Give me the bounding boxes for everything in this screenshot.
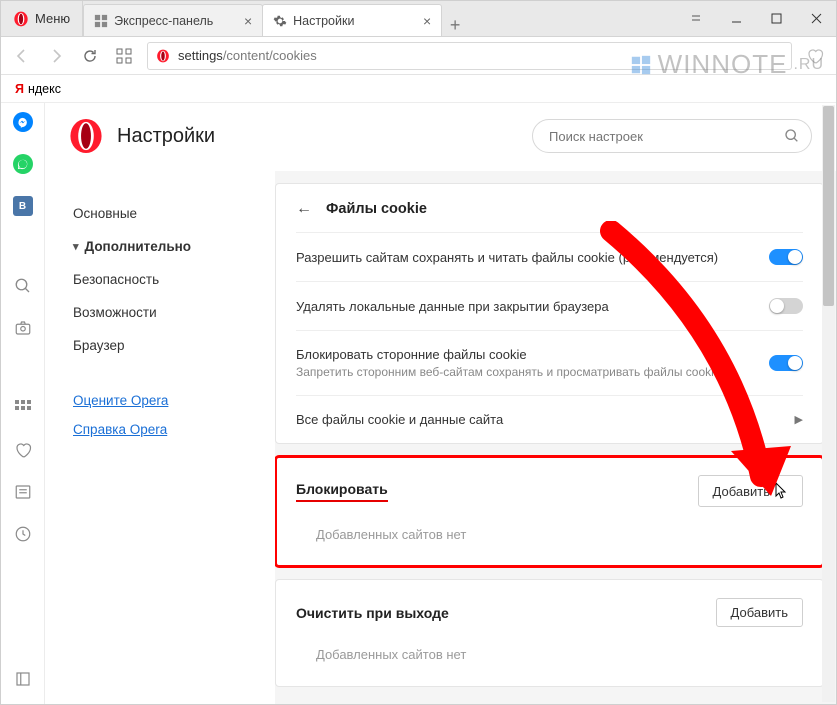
- grid-icon[interactable]: [12, 397, 34, 419]
- history-icon[interactable]: [12, 523, 34, 545]
- tab-speed-dial[interactable]: Экспресс-панель ×: [83, 4, 263, 36]
- toggle-allow-cookies[interactable]: [769, 249, 803, 265]
- toggle-block-third-party[interactable]: [769, 355, 803, 371]
- option-allow-cookies: Разрешить сайтам сохранять и читать файл…: [296, 232, 803, 281]
- option-block-third-party: Блокировать сторонние файлы cookie Запре…: [296, 330, 803, 395]
- clear-title: Очистить при выходе: [296, 605, 449, 621]
- chevron-down-icon: ▾: [73, 240, 79, 253]
- sidenav-security[interactable]: Безопасность: [73, 263, 265, 296]
- page-title: Настройки: [117, 125, 215, 148]
- address-bar: settings/content/cookies: [1, 37, 836, 75]
- body-row: Основные ▾Дополнительно Безопасность Воз…: [45, 171, 836, 704]
- tab-label: Экспресс-панель: [114, 14, 213, 28]
- settings-sidenav: Основные ▾Дополнительно Безопасность Воз…: [45, 171, 275, 704]
- cursor-icon: [774, 482, 788, 500]
- reload-button[interactable]: [79, 45, 101, 67]
- yandex-text: ндекс: [28, 82, 61, 96]
- close-window-button[interactable]: [796, 1, 836, 36]
- window-controls: [676, 1, 836, 36]
- option-label: Разрешить сайтам сохранять и читать файл…: [296, 250, 769, 265]
- back-arrow-icon[interactable]: ←: [296, 200, 312, 218]
- all-cookies-link[interactable]: Все файлы cookie и данные сайта ▶: [296, 395, 803, 443]
- minimize-button[interactable]: [716, 1, 756, 36]
- whatsapp-icon[interactable]: [12, 153, 34, 175]
- panel-header: ← Файлы cookie: [296, 184, 803, 232]
- panel-scroll-area[interactable]: ← Файлы cookie Разрешить сайтам сохранят…: [275, 171, 836, 704]
- add-clear-button[interactable]: Добавить: [716, 598, 803, 627]
- main-area: B Настройки Основные ▾Дополнительно Безо…: [1, 103, 836, 704]
- vk-icon[interactable]: B: [12, 195, 34, 217]
- back-button[interactable]: [11, 45, 33, 67]
- gear-icon: [273, 14, 287, 28]
- option-sublabel: Запретить сторонним веб-сайтам сохранять…: [296, 365, 759, 379]
- sidenav-main[interactable]: Основные: [73, 197, 265, 230]
- close-icon[interactable]: ×: [423, 13, 431, 29]
- tab-label: Настройки: [293, 14, 354, 28]
- search-rail-icon[interactable]: [12, 275, 34, 297]
- speed-dial-button[interactable]: [113, 45, 135, 67]
- tab-settings[interactable]: Настройки ×: [262, 4, 442, 36]
- search-icon: [784, 128, 800, 144]
- option-label: Блокировать сторонние файлы cookie: [296, 347, 759, 362]
- tab-strip: Экспресс-панель × Настройки × +: [83, 1, 676, 36]
- yandex-bar[interactable]: Яндекс: [1, 75, 836, 103]
- row-link-label: Все файлы cookie и данные сайта: [296, 412, 503, 427]
- scroll-thumb[interactable]: [823, 106, 834, 306]
- sidebar-rail: B: [1, 103, 45, 704]
- expand-rail-icon[interactable]: [12, 668, 34, 690]
- cookies-panel: ← Файлы cookie Разрешить сайтам сохранят…: [275, 183, 824, 444]
- settings-search-wrap: [532, 119, 812, 153]
- clear-empty-text: Добавленных сайтов нет: [296, 627, 803, 666]
- option-delete-on-close: Удалять локальные данные при закрытии бр…: [296, 281, 803, 330]
- settings-search-input[interactable]: [532, 119, 812, 153]
- forward-button[interactable]: [45, 45, 67, 67]
- panel-title: Файлы cookie: [326, 201, 427, 217]
- scrollbar[interactable]: [822, 105, 835, 702]
- content-area: Настройки Основные ▾Дополнительно Безопа…: [45, 103, 836, 704]
- block-title: Блокировать: [296, 481, 388, 502]
- block-empty-text: Добавленных сайтов нет: [296, 507, 803, 546]
- toggle-delete-on-close[interactable]: [769, 298, 803, 314]
- close-icon[interactable]: ×: [244, 13, 252, 29]
- opera-icon: [13, 11, 29, 27]
- speed-dial-icon: [94, 14, 108, 28]
- clear-on-exit-section: Очистить при выходе Добавить Добавленных…: [275, 579, 824, 687]
- add-block-button[interactable]: Добавить: [698, 475, 803, 507]
- url-path: /content/cookies: [223, 48, 317, 63]
- menu-label: Меню: [35, 11, 70, 26]
- sidenav-rate-link[interactable]: Оцените Opera: [73, 386, 265, 415]
- yandex-letter: Я: [15, 82, 24, 96]
- sidenav-help-link[interactable]: Справка Opera: [73, 415, 265, 444]
- sidenav-features[interactable]: Возможности: [73, 296, 265, 329]
- sidenav-advanced[interactable]: ▾Дополнительно: [73, 230, 265, 263]
- option-label: Удалять локальные данные при закрытии бр…: [296, 299, 769, 314]
- titlebar: Меню Экспресс-панель × Настройки × +: [1, 1, 836, 37]
- new-tab-button[interactable]: +: [441, 15, 469, 36]
- dock-button[interactable]: [676, 1, 716, 36]
- opera-icon: [156, 49, 170, 63]
- menu-button[interactable]: Меню: [1, 1, 83, 36]
- camera-icon[interactable]: [12, 317, 34, 339]
- maximize-button[interactable]: [756, 1, 796, 36]
- block-section: Блокировать Добавить Добавленных сайтов …: [275, 456, 824, 567]
- heart-rail-icon[interactable]: [12, 439, 34, 461]
- sidenav-browser[interactable]: Браузер: [73, 329, 265, 362]
- url-host: settings: [178, 48, 223, 63]
- chevron-right-icon: ▶: [795, 413, 803, 426]
- url-input[interactable]: settings/content/cookies: [147, 42, 792, 70]
- bookmark-button[interactable]: [804, 45, 826, 67]
- opera-logo: [69, 119, 103, 153]
- messenger-icon[interactable]: [12, 111, 34, 133]
- page-header: Настройки: [45, 103, 836, 171]
- news-icon[interactable]: [12, 481, 34, 503]
